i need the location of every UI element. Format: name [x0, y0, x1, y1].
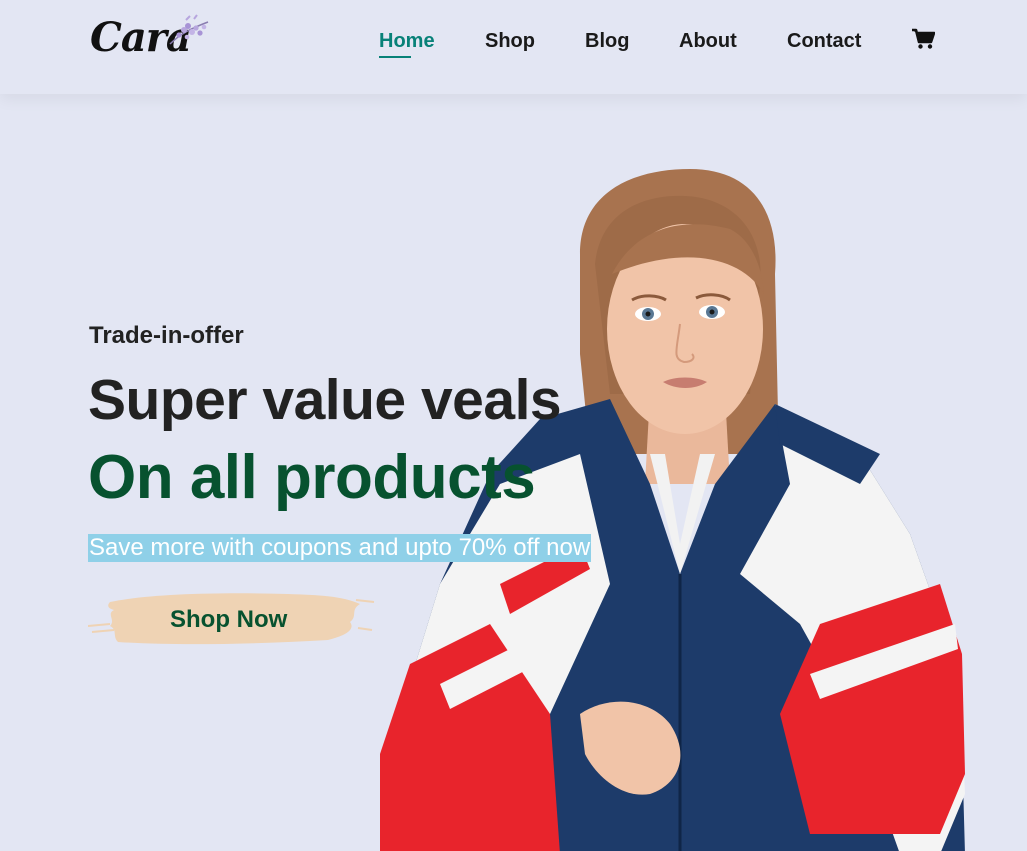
- shopping-cart-icon[interactable]: [911, 28, 936, 50]
- shop-now-label: Shop Now: [170, 606, 288, 633]
- hero-headline: Super value veals: [88, 368, 562, 432]
- nav-contact[interactable]: Contact: [787, 30, 861, 52]
- lavender-sprig-icon: [169, 14, 209, 45]
- site-header: Cara Home Shop Blog About Contact: [0, 0, 1027, 94]
- nav-shop[interactable]: Shop: [485, 30, 535, 52]
- hero-subtitle: Save more with coupons and upto 70% off …: [88, 534, 592, 562]
- hero-kicker: Trade-in-offer: [89, 322, 244, 349]
- nav-blog[interactable]: Blog: [585, 30, 629, 52]
- shop-now-button[interactable]: Shop Now: [88, 584, 378, 654]
- brand-logo[interactable]: Cara: [88, 10, 218, 66]
- nav-home[interactable]: Home: [379, 30, 435, 52]
- hero-highlight: On all products: [88, 443, 536, 512]
- hero-section: Trade-in-offer Super value veals On all …: [0, 94, 1027, 851]
- active-nav-indicator: [379, 56, 411, 58]
- nav-about[interactable]: About: [679, 30, 737, 52]
